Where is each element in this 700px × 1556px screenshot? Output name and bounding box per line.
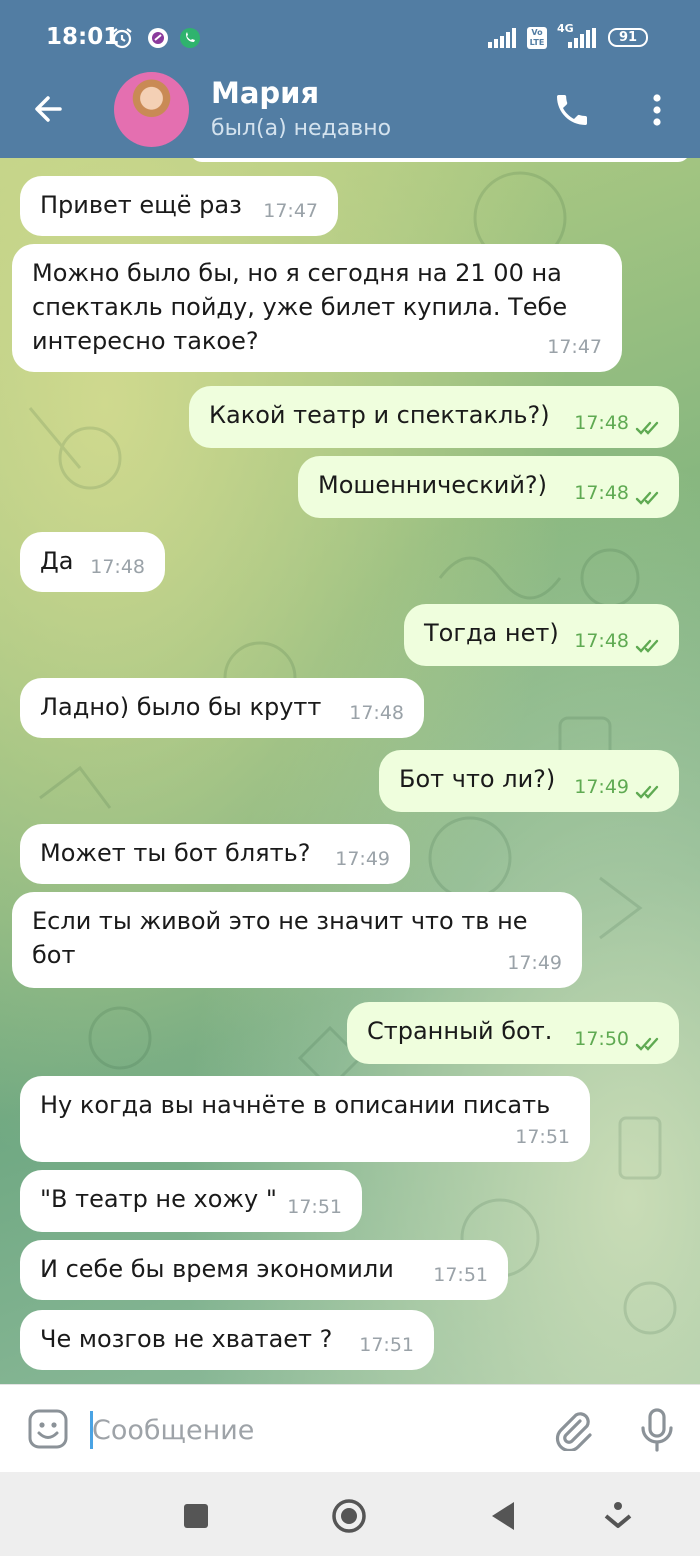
incoming-message[interactable]: Че мозгов не хватает ? 17:51 xyxy=(20,1310,434,1370)
app-icon xyxy=(148,28,168,48)
battery-indicator: 91 xyxy=(608,28,648,47)
recents-icon[interactable] xyxy=(176,1496,216,1536)
message-text: Ну когда вы начнёте в описании писать xyxy=(40,1091,551,1119)
message-text: Да xyxy=(40,547,74,575)
more-vert-icon[interactable] xyxy=(643,92,671,128)
message-time: 17:51 xyxy=(287,1196,342,1218)
message-time: 17:48 xyxy=(349,702,404,724)
previous-message-bubble xyxy=(190,158,690,162)
message-text: Мошеннический?) xyxy=(318,471,548,499)
outgoing-message[interactable]: Тогда нет) 17:48 xyxy=(404,604,679,666)
phone-status-icon xyxy=(180,28,200,48)
message-time: 17:48 xyxy=(90,556,145,578)
accessibility-icon[interactable] xyxy=(598,1496,638,1536)
mic-icon[interactable] xyxy=(636,1407,678,1453)
message-time: 17:49 xyxy=(574,776,629,798)
avatar[interactable] xyxy=(114,72,189,147)
message-time: 17:49 xyxy=(335,848,390,870)
outgoing-message[interactable]: Мошеннический?) 17:48 xyxy=(298,456,679,518)
double-check-icon xyxy=(635,639,659,653)
message-text: Бот что ли?) xyxy=(399,765,556,793)
phone-icon[interactable] xyxy=(552,90,592,130)
incoming-message[interactable]: Ладно) было бы крутт 17:48 xyxy=(20,678,424,738)
contact-status: был(а) недавно xyxy=(211,116,392,141)
message-text: И себе бы время экономили xyxy=(40,1255,394,1283)
message-input-bar xyxy=(0,1384,700,1472)
back-arrow-icon[interactable] xyxy=(28,88,70,130)
message-time: 17:51 xyxy=(515,1126,570,1148)
message-text: Че мозгов не хватает ? xyxy=(40,1325,333,1353)
double-check-icon xyxy=(635,1037,659,1051)
message-text: Какой театр и спектакль?) xyxy=(209,401,550,429)
chat-header: 18:01 Vo LTE 4G 91 Мария был(а) недавно xyxy=(0,0,700,158)
message-text: Привет ещё раз xyxy=(40,191,242,219)
status-bar: 18:01 Vo LTE 4G 91 xyxy=(0,0,700,72)
incoming-message[interactable]: Если ты живой это не значит что тв не бо… xyxy=(12,892,582,988)
outgoing-message[interactable]: Какой театр и спектакль?) 17:48 xyxy=(189,386,679,448)
double-check-icon xyxy=(635,491,659,505)
message-time: 17:47 xyxy=(547,336,602,358)
signal-icon xyxy=(488,28,516,48)
attach-icon[interactable] xyxy=(550,1407,594,1451)
incoming-message[interactable]: Ну когда вы начнёте в описании писать 17:… xyxy=(20,1076,590,1162)
message-text: Странный бот. xyxy=(367,1017,553,1045)
outgoing-message[interactable]: Странный бот. 17:50 xyxy=(347,1002,679,1064)
message-time: 17:51 xyxy=(359,1334,414,1356)
message-text: Ладно) было бы крутт xyxy=(40,693,322,721)
incoming-message[interactable]: Может ты бот блять? 17:49 xyxy=(20,824,410,884)
message-time: 17:49 xyxy=(507,952,562,974)
message-text: Можно было бы, но я сегодня на 21 00 на … xyxy=(32,259,568,355)
system-nav-bar xyxy=(0,1472,700,1556)
message-text: Тогда нет) xyxy=(424,619,559,647)
message-time: 17:47 xyxy=(263,200,318,222)
volte-icon: Vo LTE xyxy=(527,27,547,49)
double-check-icon xyxy=(635,785,659,799)
message-text: Может ты бот блять? xyxy=(40,839,311,867)
message-time: 17:51 xyxy=(433,1264,488,1286)
back-nav-icon[interactable] xyxy=(484,1496,524,1536)
incoming-message[interactable]: И себе бы время экономили 17:51 xyxy=(20,1240,508,1300)
message-text: "В театр не хожу " xyxy=(40,1185,277,1213)
home-icon[interactable] xyxy=(329,1496,369,1536)
incoming-message[interactable]: Да 17:48 xyxy=(20,532,165,592)
double-check-icon xyxy=(635,421,659,435)
message-time: 17:48 xyxy=(574,412,629,434)
message-text: Если ты живой это не значит что тв не бо… xyxy=(32,907,528,969)
incoming-message[interactable]: "В театр не хожу " 17:51 xyxy=(20,1170,362,1232)
signal-icon xyxy=(568,28,596,48)
message-input[interactable] xyxy=(92,1409,522,1451)
message-time: 17:50 xyxy=(574,1028,629,1050)
status-time: 18:01 xyxy=(46,24,120,50)
message-time: 17:48 xyxy=(574,630,629,652)
emoji-icon[interactable] xyxy=(26,1407,70,1451)
contact-name[interactable]: Мария xyxy=(211,76,319,110)
alarm-icon xyxy=(112,28,132,49)
message-time: 17:48 xyxy=(574,482,629,504)
incoming-message[interactable]: Привет ещё раз 17:47 xyxy=(20,176,338,236)
incoming-message[interactable]: Можно было бы, но я сегодня на 21 00 на … xyxy=(12,244,622,372)
outgoing-message[interactable]: Бот что ли?) 17:49 xyxy=(379,750,679,812)
